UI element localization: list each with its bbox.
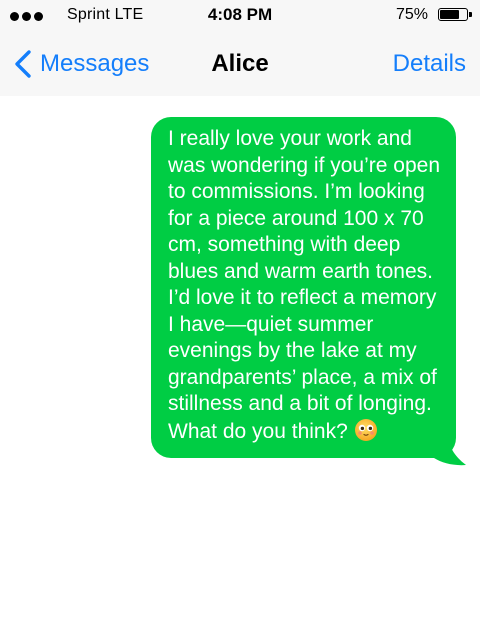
message-text: I really love your work and was wonderin… (168, 127, 440, 443)
status-bar: Sprint LTE 4:08 PM 75% (0, 0, 480, 32)
message-thread[interactable]: I really love your work and was wonderin… (0, 96, 480, 629)
bubble-tail (434, 432, 466, 466)
chevron-left-icon (15, 50, 31, 78)
battery-icon (438, 8, 468, 21)
details-button[interactable]: Details (393, 32, 466, 96)
back-button-label: Messages (40, 50, 150, 77)
outgoing-message-bubble[interactable]: I really love your work and was wonderin… (151, 117, 456, 458)
hopeful-face-icon (354, 418, 377, 441)
battery-percent: 75% (395, 6, 428, 23)
back-button[interactable]: Messages (10, 32, 149, 96)
battery-fill (440, 10, 460, 19)
battery-tip (469, 12, 472, 17)
navigation-bar: Messages Alice Details (0, 32, 480, 96)
